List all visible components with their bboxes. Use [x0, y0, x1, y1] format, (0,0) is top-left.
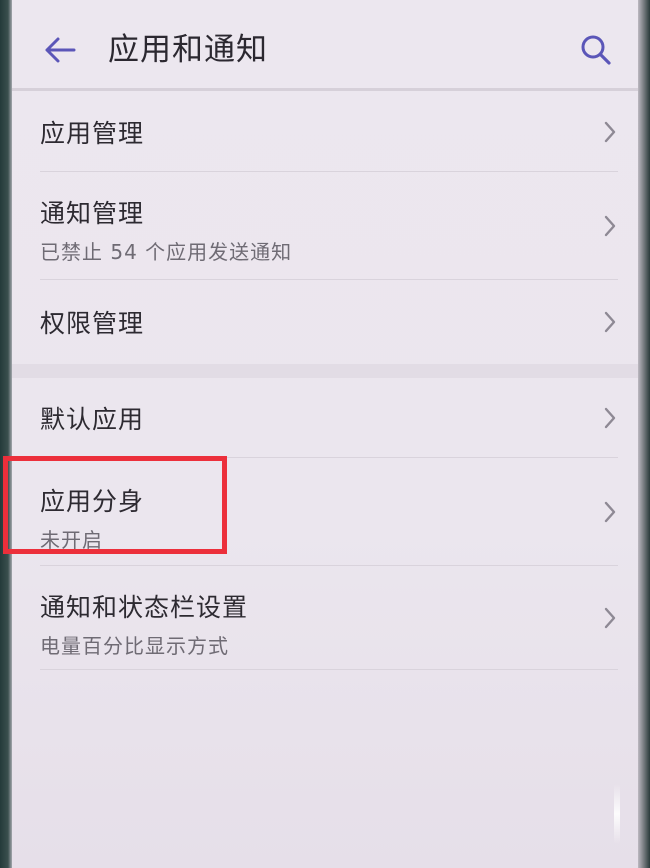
search-button[interactable]	[574, 28, 618, 72]
chevron-right-icon	[604, 121, 616, 143]
back-button[interactable]	[38, 28, 82, 72]
item-title: 权限管理	[40, 309, 145, 338]
item-subtitle: 电量百分比显示方式	[40, 634, 229, 658]
list-item-app-twin[interactable]: 应用分身 未开启	[12, 458, 638, 566]
list-item-notification-statusbar[interactable]: 通知和状态栏设置 电量百分比显示方式	[12, 566, 638, 670]
item-title: 应用分身	[40, 487, 145, 516]
item-title: 通知和状态栏设置	[40, 593, 249, 622]
list-item-permission-management[interactable]: 权限管理	[12, 280, 638, 364]
screen-glare	[614, 784, 620, 844]
settings-screen: 应用和通知 应用管理 通知管理 已禁止 54 个应用发送通知 权限管理 默认应用…	[12, 0, 638, 868]
chevron-right-icon	[604, 501, 616, 523]
phone-frame: 应用和通知 应用管理 通知管理 已禁止 54 个应用发送通知 权限管理 默认应用…	[0, 0, 650, 868]
search-icon	[581, 35, 611, 65]
list-item-notification-management[interactable]: 通知管理 已禁止 54 个应用发送通知	[12, 172, 638, 280]
chevron-right-icon	[604, 607, 616, 629]
item-subtitle: 已禁止 54 个应用发送通知	[40, 240, 293, 264]
page-title: 应用和通知	[108, 32, 268, 68]
header-divider	[12, 88, 638, 91]
arrow-left-icon	[45, 37, 76, 63]
chevron-right-icon	[604, 215, 616, 237]
divider	[40, 669, 618, 670]
list-item-default-apps[interactable]: 默认应用	[12, 378, 638, 458]
chevron-right-icon	[604, 311, 616, 333]
settings-group-2: 默认应用 应用分身 未开启 通知和状态栏设置 电量百分比显示方式	[12, 378, 638, 670]
item-title: 应用管理	[40, 119, 145, 148]
item-subtitle: 未开启	[40, 528, 103, 552]
list-item-app-management[interactable]: 应用管理	[12, 92, 638, 172]
item-title: 默认应用	[40, 405, 145, 434]
chevron-right-icon	[604, 407, 616, 429]
section-divider	[12, 364, 638, 378]
item-title: 通知管理	[40, 199, 145, 228]
app-bar: 应用和通知	[12, 18, 638, 84]
settings-group-1: 应用管理 通知管理 已禁止 54 个应用发送通知 权限管理	[12, 92, 638, 364]
